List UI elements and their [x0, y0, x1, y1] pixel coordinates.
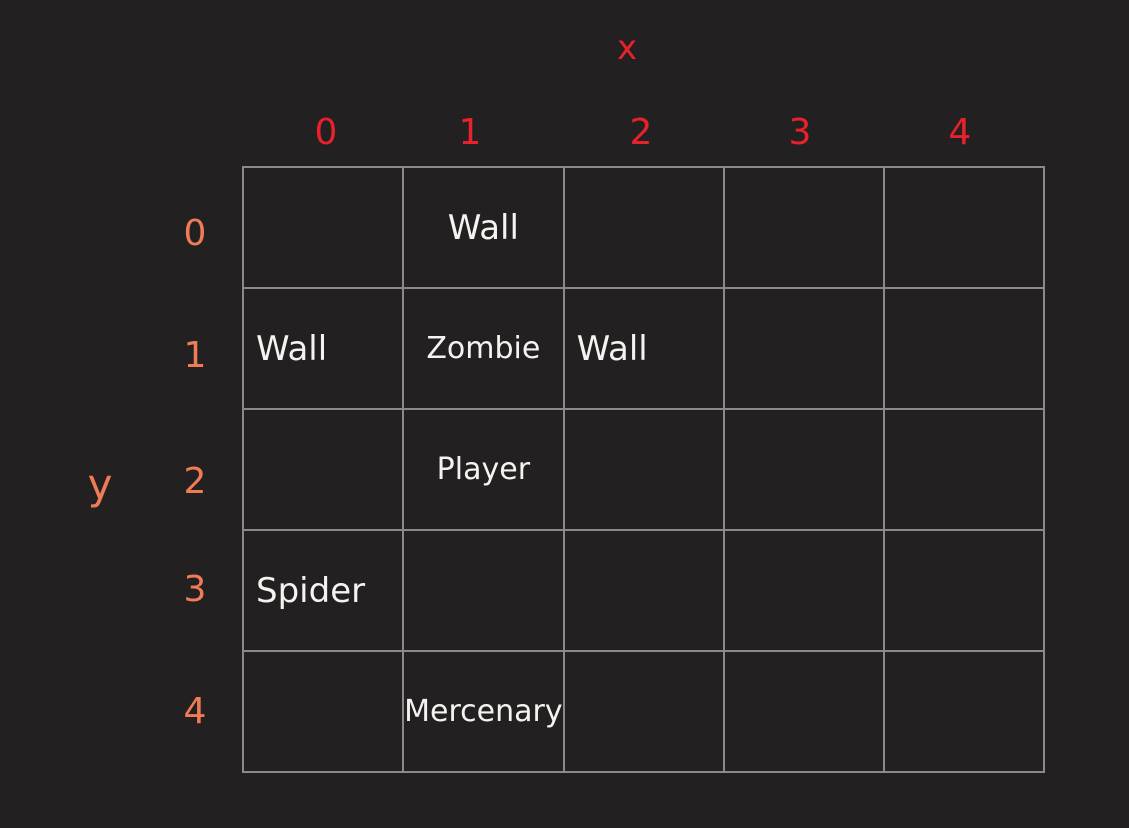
grid-cell [244, 410, 405, 531]
grid-cell [564, 531, 725, 652]
grid-cell [884, 410, 1045, 531]
grid-cell [724, 410, 885, 531]
grid-cell [724, 531, 885, 652]
cell-label: Wall [256, 328, 328, 369]
grid-cell: Wall [564, 289, 725, 410]
grid-cell [884, 652, 1045, 773]
y-tick-1: 1 [183, 335, 207, 376]
grid-cell: Mercenary [404, 652, 565, 773]
grid-cell: Wall [244, 289, 405, 410]
cell-label: Wall [576, 328, 648, 369]
grid-cell: Player [404, 410, 565, 531]
cell-label: Zombie [426, 330, 541, 366]
grid-cell [244, 168, 405, 289]
grid-cell [724, 289, 885, 410]
grid-cell [884, 168, 1045, 289]
cell-label: Mercenary [404, 693, 563, 729]
grid-cell [404, 531, 565, 652]
grid-cell [564, 168, 725, 289]
grid-cell: Spider [244, 531, 405, 652]
y-tick-2: 2 [183, 461, 207, 502]
grid-cell [564, 652, 725, 773]
x-tick-0: 0 [314, 112, 338, 153]
game-grid: Wall Wall Zombie Wall Player Spider Merc… [242, 166, 1045, 773]
grid-cell [564, 410, 725, 531]
y-tick-0: 0 [183, 213, 207, 254]
grid-cell [724, 168, 885, 289]
grid-cell: Wall [404, 168, 565, 289]
x-tick-1: 1 [458, 112, 482, 153]
y-tick-3: 3 [183, 569, 207, 610]
grid-cell [244, 652, 405, 773]
grid-cell [884, 289, 1045, 410]
x-tick-2: 2 [629, 112, 653, 153]
y-tick-4: 4 [183, 691, 207, 732]
cell-label: Wall [447, 207, 519, 248]
x-tick-3: 3 [788, 112, 812, 153]
y-axis-title: y [87, 460, 113, 509]
grid-cell: Zombie [404, 289, 565, 410]
cell-label: Player [436, 451, 531, 487]
grid-cell [884, 531, 1045, 652]
x-axis-title: x [616, 28, 638, 68]
grid-cell [724, 652, 885, 773]
cell-label: Spider [256, 570, 366, 611]
x-tick-4: 4 [948, 112, 972, 153]
